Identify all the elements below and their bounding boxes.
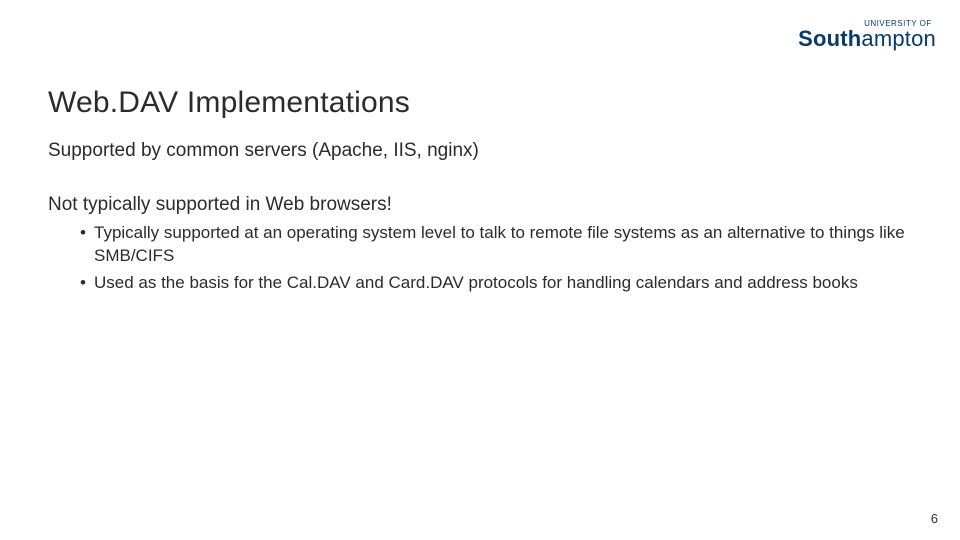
slide-title: Web.DAV Implementations (48, 86, 410, 120)
paragraph-1: Supported by common servers (Apache, IIS… (48, 140, 912, 162)
logo-wordmark: Southampton (798, 28, 936, 50)
bullet-item: Typically supported at an operating syst… (80, 222, 912, 268)
university-logo: UNIVERSITY OF Southampton (798, 20, 936, 50)
bullet-item: Used as the basis for the Cal.DAV and Ca… (80, 272, 912, 295)
slide-body: Supported by common servers (Apache, IIS… (48, 140, 912, 299)
paragraph-2: Not typically supported in Web browsers! (48, 194, 912, 216)
bullet-list: Typically supported at an operating syst… (80, 222, 912, 295)
page-number: 6 (931, 511, 938, 526)
